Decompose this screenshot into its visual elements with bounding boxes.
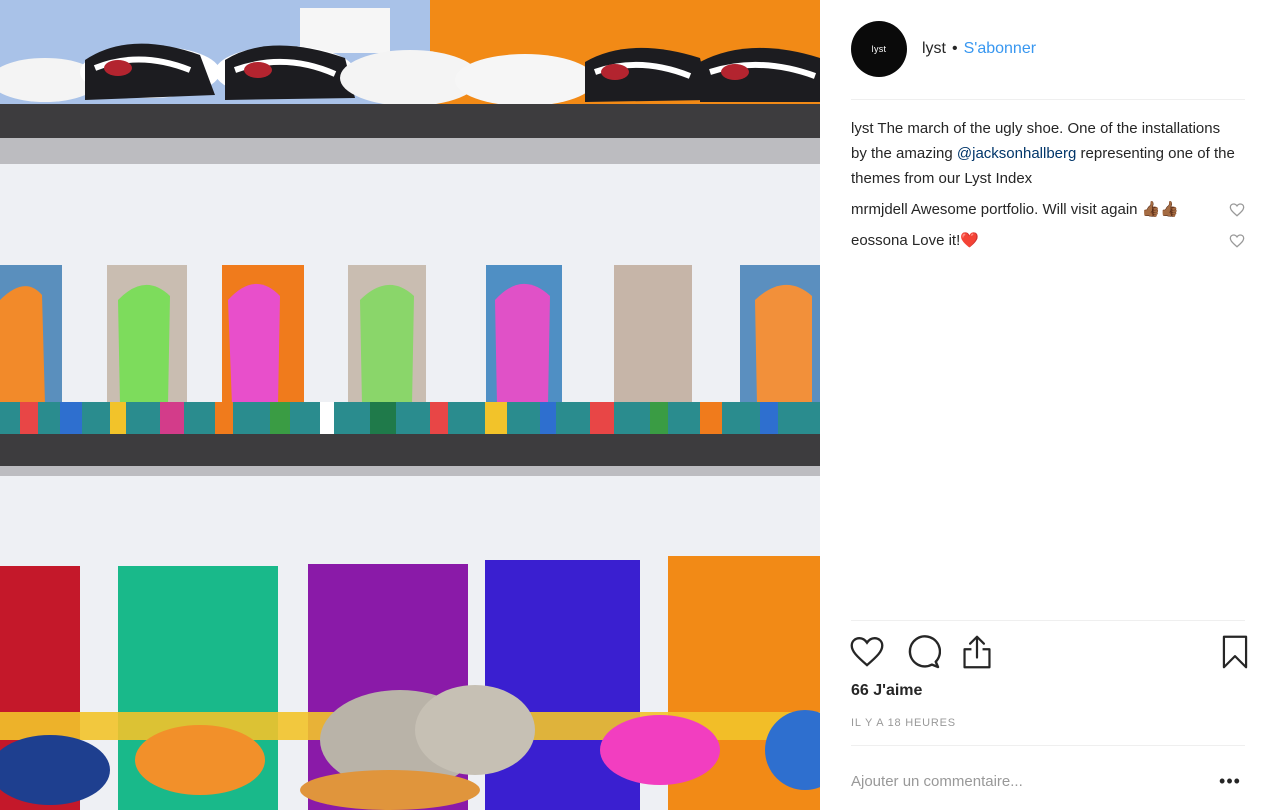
caption-username[interactable]: lyst xyxy=(851,120,874,137)
caption-mention[interactable]: @jacksonhallberg xyxy=(957,145,1076,162)
comment-item: eossona Love it!❤️ xyxy=(851,228,1245,253)
avatar-text: lyst xyxy=(871,44,887,54)
action-bar xyxy=(847,632,1248,676)
comment-like-icon[interactable] xyxy=(1229,234,1245,248)
more-options-button[interactable]: ••• xyxy=(1215,766,1245,796)
bottom-row xyxy=(0,556,820,810)
heart-icon xyxy=(850,637,884,667)
post-timestamp[interactable]: IL Y A 18 HEURES xyxy=(851,717,956,729)
post-photo-illustration xyxy=(0,0,820,810)
share-icon xyxy=(963,635,991,669)
comments-list: lyst The march of the ugly shoe. One of … xyxy=(851,116,1245,253)
header-separator: • xyxy=(952,40,958,57)
avatar[interactable]: lyst xyxy=(851,21,907,77)
add-comment-bar: ••• xyxy=(851,760,1245,802)
caption: lyst The march of the ugly shoe. One of … xyxy=(851,116,1245,191)
likes-count[interactable]: 66 J'aime xyxy=(851,682,922,700)
comment-input[interactable] xyxy=(851,772,1215,790)
bookmark-icon xyxy=(1222,635,1248,669)
comment-text: Love it!❤️ xyxy=(911,232,979,249)
divider xyxy=(851,620,1245,621)
post-image[interactable] xyxy=(0,0,820,810)
comment-username[interactable]: mrmjdell xyxy=(851,201,908,218)
comment-item: mrmjdell Awesome portfolio. Will visit a… xyxy=(851,197,1245,222)
divider xyxy=(851,745,1245,746)
comment-like-icon[interactable] xyxy=(1229,203,1245,217)
color-strip xyxy=(0,402,820,434)
post-header: lyst lyst • S'abonner xyxy=(820,0,1265,98)
comment-icon xyxy=(908,635,941,669)
username-link[interactable]: lyst xyxy=(922,40,946,58)
comment-button[interactable] xyxy=(903,632,943,672)
post-panel: lyst lyst • S'abonner lyst The march of … xyxy=(820,0,1265,810)
comment-text: Awesome portfolio. Will visit again 👍🏾👍🏾 xyxy=(911,201,1180,218)
share-button[interactable] xyxy=(957,632,997,672)
follow-button[interactable]: S'abonner xyxy=(964,40,1036,58)
like-button[interactable] xyxy=(847,632,887,672)
save-button[interactable] xyxy=(1215,632,1255,672)
comment-username[interactable]: eossona xyxy=(851,232,908,249)
divider xyxy=(851,99,1245,100)
